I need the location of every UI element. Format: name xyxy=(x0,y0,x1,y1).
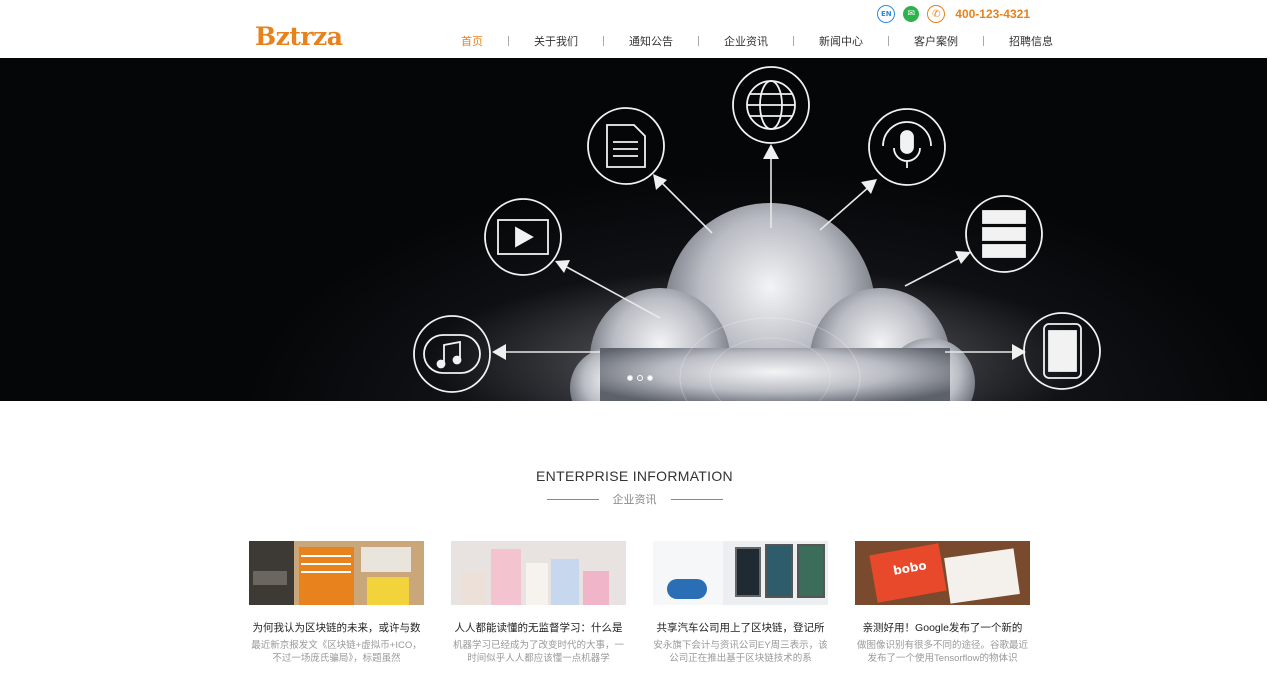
server-icon xyxy=(965,195,1043,273)
carousel-dot[interactable] xyxy=(647,375,653,381)
hero-banner[interactable] xyxy=(0,58,1267,401)
nav-item-home[interactable]: 首页 xyxy=(448,33,503,49)
globe-icon xyxy=(732,66,810,144)
divider xyxy=(670,498,723,500)
section-subtitle-text: 企业资讯 xyxy=(612,494,657,506)
news-card[interactable]: 为何我认为区块链的未来，或许与数 最近新京报发文《区块链+虚拟币+ICO，不过一… xyxy=(249,541,424,665)
nav-item-notices[interactable]: 通知公告 xyxy=(609,33,693,49)
nav-item-cases[interactable]: 客户案例 xyxy=(894,33,978,49)
nav-item-jobs[interactable]: 招聘信息 xyxy=(989,33,1053,49)
language-en-icon[interactable]: EN xyxy=(877,5,896,23)
news-excerpt: 最近新京报发文《区块链+虚拟币+ICO，不过一场庞氏骗局》，标题虽然 xyxy=(251,640,422,664)
carousel-dots xyxy=(627,375,653,381)
nav-divider xyxy=(983,36,984,46)
document-icon xyxy=(587,107,665,185)
news-cards: 为何我认为区块链的未来，或许与数 最近新京报发文《区块链+虚拟币+ICO，不过一… xyxy=(249,541,1030,665)
wechat-icon[interactable]: ✉ xyxy=(903,6,920,22)
news-thumbnail[interactable] xyxy=(653,541,828,605)
header-contact: EN ✉ ✆ 400-123-4321 xyxy=(877,5,1030,23)
news-excerpt: 安永旗下会计与资讯公司EY周三表示，该公司正在推出基于区块链技术的系 xyxy=(653,640,828,664)
section-title: ENTERPRISE INFORMATION xyxy=(536,468,733,484)
nav-item-news[interactable]: 新闻中心 xyxy=(799,33,883,49)
cloud-network-illustration xyxy=(413,66,1101,401)
news-title[interactable]: 人人都能读懂的无监督学习：什么是 xyxy=(451,620,626,635)
nav-divider xyxy=(698,36,699,46)
news-title[interactable]: 为何我认为区块链的未来，或许与数 xyxy=(249,620,424,635)
news-thumbnail[interactable] xyxy=(451,541,626,605)
news-card[interactable]: 人人都能读懂的无监督学习：什么是 机器学习已经成为了改变时代的大事，一时间似乎人… xyxy=(451,541,626,665)
video-icon xyxy=(484,198,562,276)
news-excerpt: 做图像识别有很多不同的途径。谷歌最近发布了一个使用Tensorflow的物体识 xyxy=(856,640,1028,664)
nav-divider xyxy=(603,36,604,46)
logo[interactable]: Bztrza xyxy=(255,22,343,51)
nav-divider xyxy=(888,36,889,46)
section-subtitle: 企业资讯 xyxy=(0,491,1269,507)
news-card[interactable]: 共享汽车公司用上了区块链，登记所 安永旗下会计与资讯公司EY周三表示，该公司正在… xyxy=(653,541,828,665)
phone-icon: ✆ xyxy=(927,5,946,23)
news-title[interactable]: 共享汽车公司用上了区块链，登记所 xyxy=(653,620,828,635)
microphone-icon xyxy=(868,108,946,186)
nav-item-enterprise-info[interactable]: 企业资讯 xyxy=(704,33,788,49)
header: Bztrza EN ✉ ✆ 400-123-4321 首页 关于我们 通知公告 … xyxy=(0,0,1269,58)
phone-number: 400-123-4321 xyxy=(955,7,1030,21)
news-card[interactable]: bobo 亲测好用！Google发布了一个新的 做图像识别有很多不同的途径。谷歌… xyxy=(855,541,1030,665)
news-thumbnail[interactable]: bobo xyxy=(855,541,1030,605)
news-excerpt: 机器学习已经成为了改变时代的大事，一时间似乎人人都应该懂一点机器学 xyxy=(452,640,624,664)
carousel-dot[interactable] xyxy=(637,375,643,381)
news-title[interactable]: 亲测好用！Google发布了一个新的 xyxy=(855,620,1030,635)
nav-divider xyxy=(508,36,509,46)
news-thumbnail[interactable] xyxy=(249,541,424,605)
nav-item-about[interactable]: 关于我们 xyxy=(514,33,598,49)
divider xyxy=(546,498,599,500)
nav-divider xyxy=(793,36,794,46)
main-nav: 首页 关于我们 通知公告 企业资讯 新闻中心 客户案例 招聘信息 xyxy=(448,33,1053,49)
carousel-dot[interactable] xyxy=(627,375,633,381)
